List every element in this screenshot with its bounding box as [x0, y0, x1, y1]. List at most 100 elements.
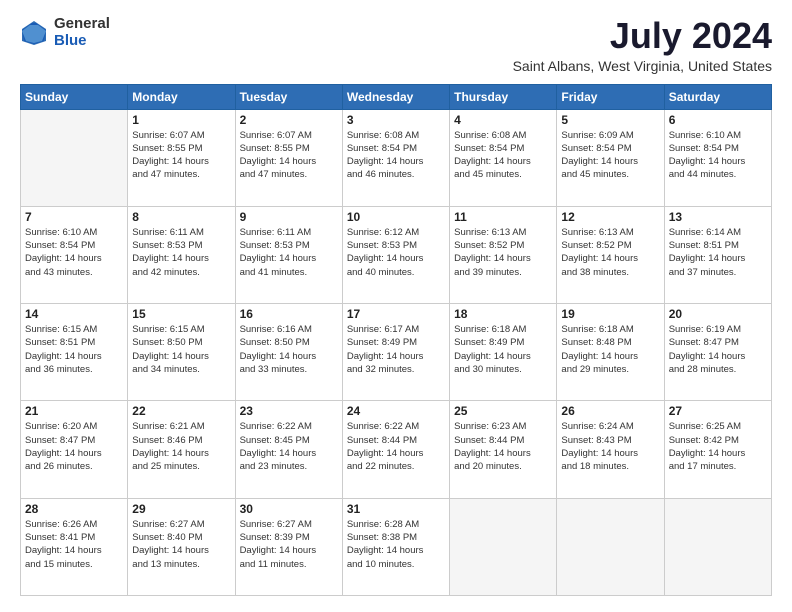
- day-number: 25: [454, 404, 552, 418]
- calendar-cell: 25Sunrise: 6:23 AM Sunset: 8:44 PM Dayli…: [450, 401, 557, 498]
- day-number: 22: [132, 404, 230, 418]
- calendar-cell: [450, 498, 557, 595]
- day-info: Sunrise: 6:26 AM Sunset: 8:41 PM Dayligh…: [25, 518, 123, 571]
- day-number: 21: [25, 404, 123, 418]
- calendar-cell: 31 Sunrise: 6:28 AM Sunset: 8:38 PM Dayli…: [342, 498, 449, 595]
- month-year-title: July 2024: [513, 16, 772, 56]
- week-row-3: 21Sunrise: 6:20 AM Sunset: 8:47 PM Dayli…: [21, 401, 772, 498]
- calendar-cell: 15Sunrise: 6:15 AM Sunset: 8:50 PM Dayli…: [128, 304, 235, 401]
- calendar-cell: 11 Sunrise: 6:13 AM Sunset: 8:52 PM Dayli…: [450, 206, 557, 303]
- day-number: 18: [454, 307, 552, 321]
- calendar-cell: 13 Sunrise: 6:14 AM Sunset: 8:51 PM Dayli…: [664, 206, 771, 303]
- week-row-1: 7Sunrise: 6:10 AM Sunset: 8:54 PM Daylig…: [21, 206, 772, 303]
- day-info: Sunrise: 6:09 AM Sunset: 8:54 PM Dayligh…: [561, 129, 659, 182]
- day-info: Sunrise: 6:07 AM Sunset: 8:55 PM Dayligh…: [240, 129, 338, 182]
- day-number: 14: [25, 307, 123, 321]
- day-info: Sunrise: 6:27 AM Sunset: 8:39 PM Dayligh…: [240, 518, 338, 571]
- calendar-cell: 16Sunrise: 6:16 AM Sunset: 8:50 PM Dayli…: [235, 304, 342, 401]
- calendar-cell: 23 Sunrise: 6:22 AM Sunset: 8:45 PM Dayli…: [235, 401, 342, 498]
- day-info: Sunrise: 6:15 AM Sunset: 8:50 PM Dayligh…: [132, 323, 230, 376]
- day-info: Sunrise: 6:17 AM Sunset: 8:49 PM Dayligh…: [347, 323, 445, 376]
- day-info: Sunrise: 6:22 AM Sunset: 8:45 PM Dayligh…: [240, 420, 338, 473]
- calendar-cell: 3Sunrise: 6:08 AM Sunset: 8:54 PM Daylig…: [342, 109, 449, 206]
- day-number: 7: [25, 210, 123, 224]
- day-number: 11: [454, 210, 552, 224]
- calendar-cell: 21Sunrise: 6:20 AM Sunset: 8:47 PM Dayli…: [21, 401, 128, 498]
- calendar-cell: 22 Sunrise: 6:21 AM Sunset: 8:46 PM Dayli…: [128, 401, 235, 498]
- calendar-cell: 27 Sunrise: 6:25 AM Sunset: 8:42 PM Dayli…: [664, 401, 771, 498]
- week-row-0: 1Sunrise: 6:07 AM Sunset: 8:55 PM Daylig…: [21, 109, 772, 206]
- calendar-cell: 30 Sunrise: 6:27 AM Sunset: 8:39 PM Dayli…: [235, 498, 342, 595]
- calendar-cell: 24 Sunrise: 6:22 AM Sunset: 8:44 PM Dayli…: [342, 401, 449, 498]
- col-sunday: Sunday: [21, 84, 128, 109]
- calendar-cell: 14 Sunrise: 6:15 AM Sunset: 8:51 PM Dayli…: [21, 304, 128, 401]
- day-number: 26: [561, 404, 659, 418]
- day-info: Sunrise: 6:14 AM Sunset: 8:51 PM Dayligh…: [669, 226, 767, 279]
- calendar-cell: 12Sunrise: 6:13 AM Sunset: 8:52 PM Dayli…: [557, 206, 664, 303]
- calendar-cell: 4 Sunrise: 6:08 AM Sunset: 8:54 PM Daylig…: [450, 109, 557, 206]
- calendar-table: Sunday Monday Tuesday Wednesday Thursday…: [20, 84, 772, 596]
- calendar-cell: 7Sunrise: 6:10 AM Sunset: 8:54 PM Daylig…: [21, 206, 128, 303]
- calendar-cell: [664, 498, 771, 595]
- day-info: Sunrise: 6:08 AM Sunset: 8:54 PM Dayligh…: [454, 129, 552, 182]
- day-info: Sunrise: 6:07 AM Sunset: 8:55 PM Dayligh…: [132, 129, 230, 182]
- day-info: Sunrise: 6:21 AM Sunset: 8:46 PM Dayligh…: [132, 420, 230, 473]
- calendar-cell: 19Sunrise: 6:18 AM Sunset: 8:48 PM Dayli…: [557, 304, 664, 401]
- day-number: 17: [347, 307, 445, 321]
- day-info: Sunrise: 6:11 AM Sunset: 8:53 PM Dayligh…: [132, 226, 230, 279]
- day-info: Sunrise: 6:08 AM Sunset: 8:54 PM Dayligh…: [347, 129, 445, 182]
- day-number: 27: [669, 404, 767, 418]
- logo-icon: [20, 19, 48, 47]
- day-info: Sunrise: 6:13 AM Sunset: 8:52 PM Dayligh…: [454, 226, 552, 279]
- day-number: 31: [347, 502, 445, 516]
- col-wednesday: Wednesday: [342, 84, 449, 109]
- day-number: 12: [561, 210, 659, 224]
- calendar-cell: 5Sunrise: 6:09 AM Sunset: 8:54 PM Daylig…: [557, 109, 664, 206]
- calendar-cell: 17 Sunrise: 6:17 AM Sunset: 8:49 PM Dayli…: [342, 304, 449, 401]
- day-number: 6: [669, 113, 767, 127]
- calendar-cell: 9Sunrise: 6:11 AM Sunset: 8:53 PM Daylig…: [235, 206, 342, 303]
- day-info: Sunrise: 6:15 AM Sunset: 8:51 PM Dayligh…: [25, 323, 123, 376]
- page: General Blue July 2024 Saint Albans, Wes…: [0, 0, 792, 612]
- header-row: Sunday Monday Tuesday Wednesday Thursday…: [21, 84, 772, 109]
- calendar-cell: 20 Sunrise: 6:19 AM Sunset: 8:47 PM Dayli…: [664, 304, 771, 401]
- col-tuesday: Tuesday: [235, 84, 342, 109]
- day-number: 24: [347, 404, 445, 418]
- calendar-cell: 28Sunrise: 6:26 AM Sunset: 8:41 PM Dayli…: [21, 498, 128, 595]
- header: General Blue July 2024 Saint Albans, Wes…: [20, 16, 772, 74]
- day-number: 16: [240, 307, 338, 321]
- logo: General Blue: [20, 16, 110, 49]
- day-number: 29: [132, 502, 230, 516]
- title-section: July 2024 Saint Albans, West Virginia, U…: [513, 16, 772, 74]
- day-number: 4: [454, 113, 552, 127]
- calendar-cell: 29Sunrise: 6:27 AM Sunset: 8:40 PM Dayli…: [128, 498, 235, 595]
- day-info: Sunrise: 6:28 AM Sunset: 8:38 PM Dayligh…: [347, 518, 445, 571]
- week-row-2: 14 Sunrise: 6:15 AM Sunset: 8:51 PM Dayli…: [21, 304, 772, 401]
- day-info: Sunrise: 6:25 AM Sunset: 8:42 PM Dayligh…: [669, 420, 767, 473]
- calendar-cell: 6Sunrise: 6:10 AM Sunset: 8:54 PM Daylig…: [664, 109, 771, 206]
- day-info: Sunrise: 6:22 AM Sunset: 8:44 PM Dayligh…: [347, 420, 445, 473]
- logo-blue: Blue: [54, 33, 110, 50]
- calendar-cell: 18 Sunrise: 6:18 AM Sunset: 8:49 PM Dayli…: [450, 304, 557, 401]
- day-info: Sunrise: 6:24 AM Sunset: 8:43 PM Dayligh…: [561, 420, 659, 473]
- calendar-cell: 1Sunrise: 6:07 AM Sunset: 8:55 PM Daylig…: [128, 109, 235, 206]
- day-number: 10: [347, 210, 445, 224]
- calendar-cell: 10 Sunrise: 6:12 AM Sunset: 8:53 PM Dayli…: [342, 206, 449, 303]
- logo-text: General Blue: [54, 16, 110, 49]
- calendar-cell: 26 Sunrise: 6:24 AM Sunset: 8:43 PM Dayli…: [557, 401, 664, 498]
- day-number: 23: [240, 404, 338, 418]
- location-label: Saint Albans, West Virginia, United Stat…: [513, 58, 772, 74]
- day-info: Sunrise: 6:18 AM Sunset: 8:49 PM Dayligh…: [454, 323, 552, 376]
- calendar-cell: 8 Sunrise: 6:11 AM Sunset: 8:53 PM Daylig…: [128, 206, 235, 303]
- day-number: 20: [669, 307, 767, 321]
- day-info: Sunrise: 6:12 AM Sunset: 8:53 PM Dayligh…: [347, 226, 445, 279]
- day-number: 13: [669, 210, 767, 224]
- day-number: 9: [240, 210, 338, 224]
- week-row-4: 28Sunrise: 6:26 AM Sunset: 8:41 PM Dayli…: [21, 498, 772, 595]
- day-number: 30: [240, 502, 338, 516]
- day-number: 8: [132, 210, 230, 224]
- col-monday: Monday: [128, 84, 235, 109]
- day-info: Sunrise: 6:19 AM Sunset: 8:47 PM Dayligh…: [669, 323, 767, 376]
- calendar-cell: 2Sunrise: 6:07 AM Sunset: 8:55 PM Daylig…: [235, 109, 342, 206]
- logo-general: General: [54, 16, 110, 33]
